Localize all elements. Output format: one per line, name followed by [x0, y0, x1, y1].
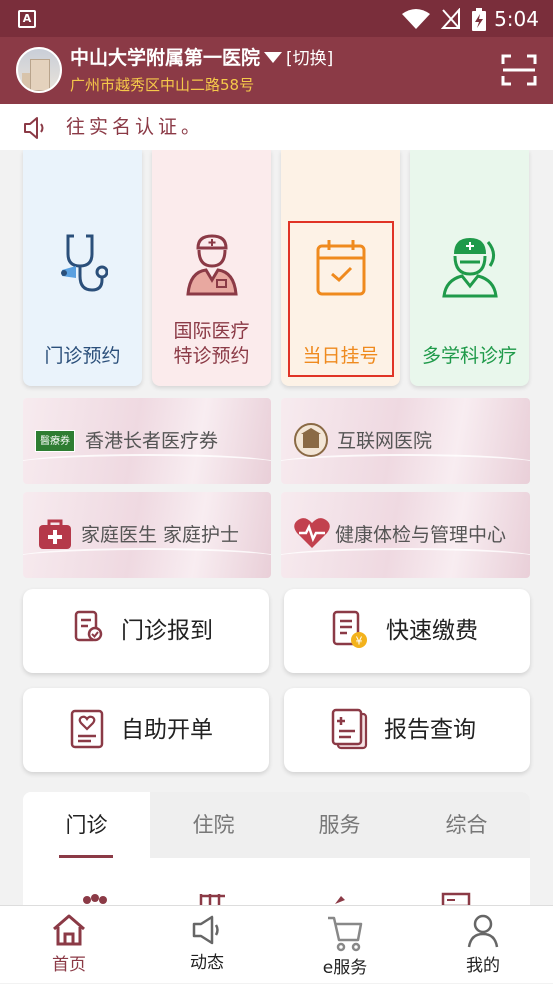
nav-label: 我的: [466, 956, 500, 976]
banner-label: 家庭医生 家庭护士: [81, 524, 240, 546]
nav-home[interactable]: 首页: [0, 906, 138, 984]
service-label: 多学科诊疗: [421, 345, 517, 367]
hospital-avatar: [16, 47, 62, 93]
nav-eservice[interactable]: e服务: [276, 906, 414, 984]
chevron-down-icon: [264, 52, 283, 63]
banner-internet-hospital[interactable]: 互联网医院: [281, 398, 530, 484]
international-medical-card[interactable]: 国际医疗 特诊预约: [152, 150, 271, 386]
highlight-box: [288, 221, 394, 377]
scan-icon[interactable]: [501, 53, 537, 87]
multidisciplinary-card[interactable]: 多学科诊疗: [410, 150, 529, 386]
nav-label: e服务: [322, 958, 368, 978]
banner-family-doctor[interactable]: 家庭医生 家庭护士: [23, 492, 271, 578]
group-icon: [83, 894, 107, 904]
banner-health-checkup[interactable]: 健康体检与管理中心: [281, 492, 530, 578]
tab-bar: 门诊 住院 服务 综合: [23, 792, 530, 858]
notice-text: 往实名认证。: [66, 116, 205, 138]
heart-pulse-icon: [294, 518, 330, 548]
clock: 5:04: [494, 7, 539, 31]
tab-label: 综合: [445, 813, 488, 837]
megaphone-icon: [192, 915, 219, 945]
tab-inpatient[interactable]: 住院: [150, 792, 277, 858]
nav-news[interactable]: 动态: [138, 906, 276, 984]
nav-label: 动态: [190, 953, 224, 973]
status-bar: A 5:04: [0, 0, 553, 37]
quick-action-label: 门诊报到: [121, 618, 213, 644]
bottom-navigation: 首页 动态 e服务 我的: [0, 905, 553, 983]
report-icon: [331, 708, 368, 750]
doctor-icon: [441, 238, 498, 298]
nav-profile[interactable]: 我的: [414, 906, 552, 984]
self-order-icon: [70, 709, 104, 749]
hospital-switcher[interactable]: 中山大学附属第一医院 [切换]: [70, 46, 333, 71]
service-label: 国际医疗: [173, 320, 250, 342]
service-label: 特诊预约: [173, 345, 250, 367]
notice-bar[interactable]: 往实名认证。: [0, 104, 553, 150]
tab-general[interactable]: 综合: [403, 792, 530, 858]
banner-label: 互联网医院: [337, 430, 433, 452]
banner-label: 香港长者医疗券: [85, 430, 219, 452]
tab-label: 住院: [192, 813, 235, 837]
main-content[interactable]: 门诊预约 国际医疗 特诊预约 当日挂号 多学科诊疗 醫療券 香港长者医疗券 互联…: [0, 150, 553, 905]
outpatient-checkin-button[interactable]: 门诊报到: [23, 589, 269, 673]
tab-services[interactable]: 服务: [276, 792, 403, 858]
active-tab-indicator: [59, 855, 113, 858]
voucher-logo: 醫療券: [35, 430, 75, 452]
hospital-name: 中山大学附属第一医院: [70, 47, 261, 69]
cart-icon: [328, 916, 363, 952]
quick-action-label: 快速缴费: [386, 618, 478, 644]
service-label: 门诊预约: [44, 345, 121, 367]
nurse-icon: [185, 234, 238, 296]
tab-label: 门诊: [65, 813, 108, 837]
quick-action-label: 报告查询: [384, 717, 476, 743]
wifi-icon: [402, 9, 430, 29]
banner-label: 健康体检与管理中心: [335, 524, 507, 546]
no-signal-icon: [441, 8, 460, 29]
hospital-seal-icon: [294, 423, 328, 457]
svg-text:¥: ¥: [356, 635, 363, 648]
outpatient-appointment-card[interactable]: 门诊预约: [23, 150, 142, 386]
payment-icon: ¥: [332, 610, 367, 648]
person-icon: [467, 914, 499, 948]
app-notification-icon: A: [18, 10, 36, 28]
stethoscope-icon: [60, 234, 108, 292]
home-icon: [53, 914, 85, 946]
tab-outpatient[interactable]: 门诊: [23, 792, 150, 858]
quick-payment-button[interactable]: ¥ 快速缴费: [284, 589, 530, 673]
app-header: 中山大学附属第一医院 [切换] 广州市越秀区中山二路58号: [0, 37, 553, 104]
report-query-button[interactable]: 报告查询: [284, 688, 530, 772]
quick-action-label: 自助开单: [121, 717, 213, 743]
medical-kit-icon: [39, 519, 71, 549]
tab-label: 服务: [318, 813, 361, 837]
switch-hospital-link[interactable]: [切换]: [286, 49, 333, 69]
speaker-icon: [24, 117, 44, 139]
battery-charging-icon: [472, 8, 486, 31]
building-icon: [199, 894, 225, 905]
hospital-address: 广州市越秀区中山二路58号: [70, 76, 255, 94]
category-tabs: 门诊 住院 服务 综合: [23, 792, 530, 905]
nav-label: 首页: [52, 955, 86, 975]
pen-icon: [335, 896, 345, 904]
list-icon: [441, 892, 471, 905]
checkin-icon: [74, 610, 103, 642]
banner-hk-elderly-voucher[interactable]: 醫療券 香港长者医疗券: [23, 398, 271, 484]
self-order-button[interactable]: 自助开单: [23, 688, 269, 772]
